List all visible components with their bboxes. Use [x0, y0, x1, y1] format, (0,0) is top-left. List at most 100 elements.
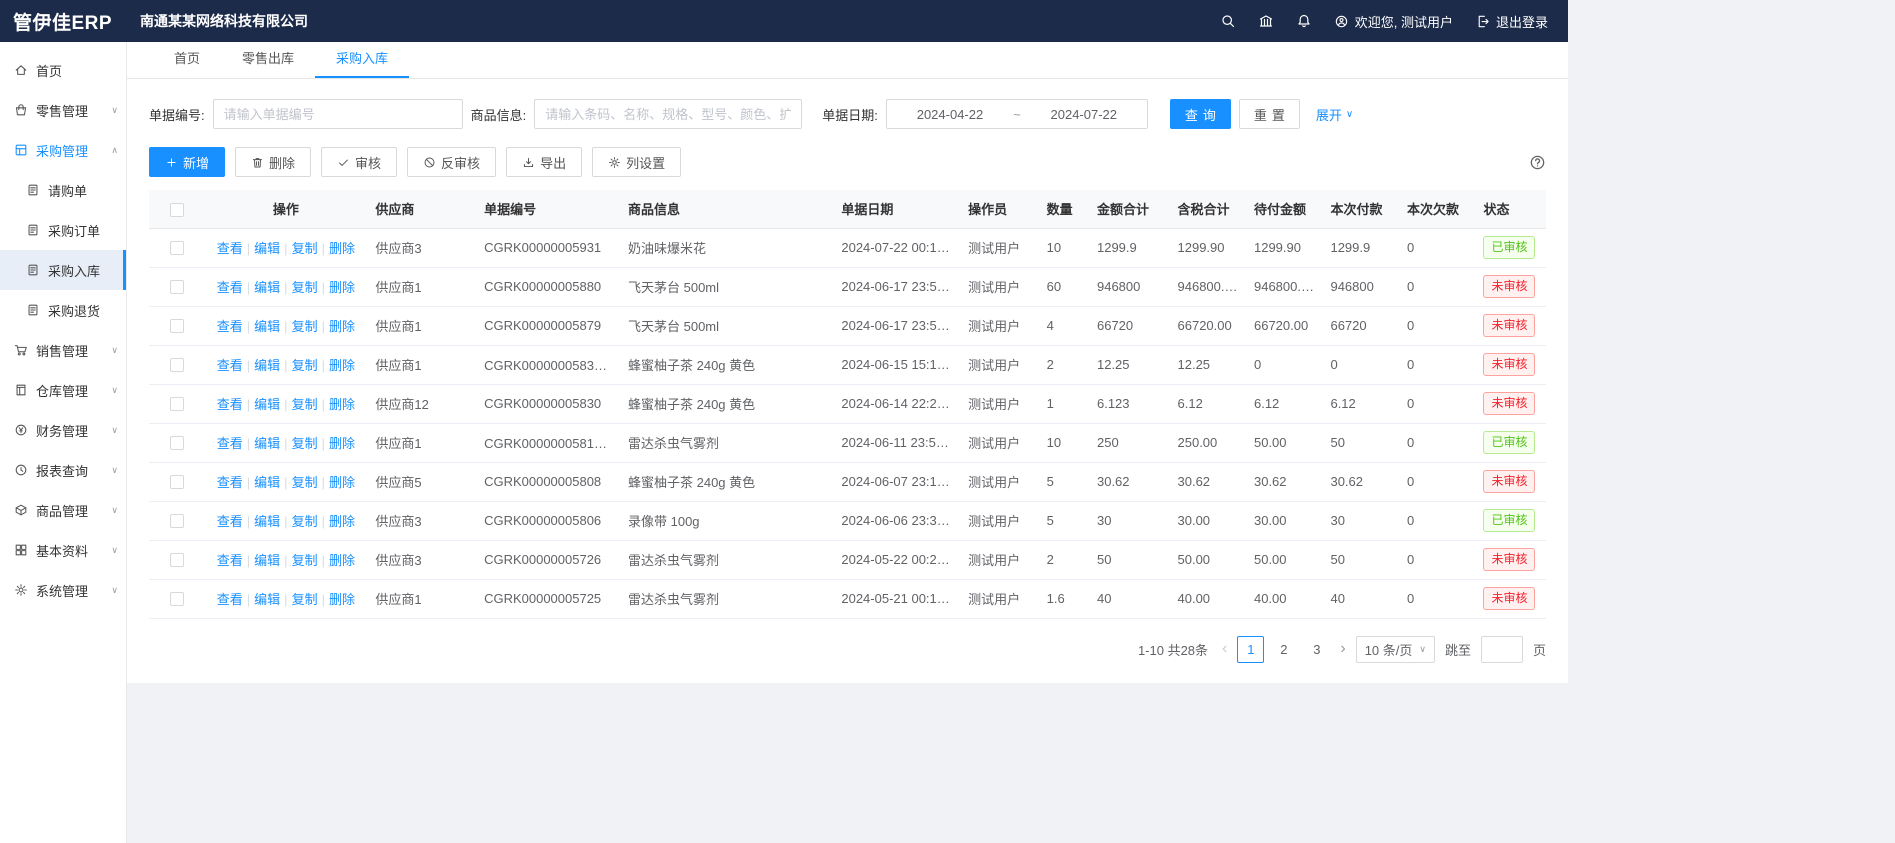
page-button-1[interactable]: 1 — [1237, 636, 1264, 663]
row-action-delete[interactable]: 删除 — [329, 436, 355, 451]
sidebar-item-products[interactable]: 商品管理∨ — [0, 490, 126, 530]
row-action-delete[interactable]: 删除 — [329, 358, 355, 373]
search-button[interactable]: 查询 — [1170, 99, 1231, 129]
expand-link[interactable]: 展开 ∨ — [1316, 105, 1353, 124]
row-checkbox[interactable] — [170, 280, 184, 294]
sidebar-item-system[interactable]: 系统管理∨ — [0, 570, 126, 610]
row-action-delete[interactable]: 删除 — [329, 319, 355, 334]
row-action-delete[interactable]: 删除 — [329, 241, 355, 256]
row-action-copy[interactable]: 复制 — [292, 280, 318, 295]
next-page-button[interactable]: › — [1340, 641, 1345, 657]
cell-amount: 1299.9 — [1089, 228, 1170, 267]
row-action-view[interactable]: 查看 — [217, 280, 243, 295]
row-action-edit[interactable]: 编辑 — [254, 241, 280, 256]
date-to[interactable]: 2024-07-22 — [1051, 107, 1118, 122]
jump-page-input[interactable] — [1481, 636, 1523, 663]
row-action-edit[interactable]: 编辑 — [254, 514, 280, 529]
row-action-delete[interactable]: 删除 — [329, 592, 355, 607]
row-action-view[interactable]: 查看 — [217, 358, 243, 373]
delete-button[interactable]: 删除 — [235, 147, 311, 177]
row-action-copy[interactable]: 复制 — [292, 358, 318, 373]
row-action-edit[interactable]: 编辑 — [254, 592, 280, 607]
row-checkbox[interactable] — [170, 358, 184, 372]
sidebar-item-label: 首页 — [36, 61, 62, 80]
row-action-copy[interactable]: 复制 — [292, 553, 318, 568]
select-all-checkbox[interactable] — [170, 203, 184, 217]
row-checkbox[interactable] — [170, 514, 184, 528]
reset-button[interactable]: 重置 — [1239, 99, 1300, 129]
row-checkbox[interactable] — [170, 592, 184, 606]
logout-button[interactable]: 退出登录 — [1475, 12, 1548, 31]
row-action-edit[interactable]: 编辑 — [254, 358, 280, 373]
row-action-view[interactable]: 查看 — [217, 397, 243, 412]
row-action-copy[interactable]: 复制 — [292, 475, 318, 490]
order-no-input[interactable] — [213, 99, 463, 129]
column-settings-button[interactable]: 列设置 — [592, 147, 681, 177]
row-action-delete[interactable]: 删除 — [329, 553, 355, 568]
row-checkbox[interactable] — [170, 475, 184, 489]
date-range-picker[interactable]: 2024-04-22 ~ 2024-07-22 — [886, 99, 1148, 129]
page-button-2[interactable]: 2 — [1270, 636, 1297, 663]
tab-home[interactable]: 首页 — [153, 42, 221, 78]
bank-icon[interactable] — [1258, 13, 1274, 29]
row-action-view[interactable]: 查看 — [217, 436, 243, 451]
row-action-edit[interactable]: 编辑 — [254, 397, 280, 412]
bell-icon[interactable] — [1296, 13, 1312, 29]
row-action-view[interactable]: 查看 — [217, 592, 243, 607]
row-action-edit[interactable]: 编辑 — [254, 553, 280, 568]
sidebar-subitem-purchase-return[interactable]: 采购退货 — [0, 290, 126, 330]
row-checkbox[interactable] — [170, 319, 184, 333]
column-header-1: 供应商 — [367, 190, 476, 228]
tab-purchase-inbound[interactable]: 采购入库 — [315, 42, 409, 78]
help-icon[interactable] — [1529, 154, 1546, 171]
row-action-delete[interactable]: 删除 — [329, 514, 355, 529]
row-action-delete[interactable]: 删除 — [329, 280, 355, 295]
prev-page-button[interactable]: ‹ — [1222, 641, 1227, 657]
sidebar-item-finance[interactable]: 财务管理∨ — [0, 410, 126, 450]
row-action-view[interactable]: 查看 — [217, 514, 243, 529]
search-icon[interactable] — [1220, 13, 1236, 29]
row-checkbox[interactable] — [170, 436, 184, 450]
sidebar-item-home[interactable]: 首页 — [0, 50, 126, 90]
row-action-copy[interactable]: 复制 — [292, 397, 318, 412]
row-action-delete[interactable]: 删除 — [329, 475, 355, 490]
tab-retail-outbound[interactable]: 零售出库 — [221, 42, 315, 78]
sidebar-subitem-purchase-order[interactable]: 采购订单 — [0, 210, 126, 250]
sidebar-item-purchase[interactable]: 采购管理∧ — [0, 130, 126, 170]
row-action-edit[interactable]: 编辑 — [254, 319, 280, 334]
row-actions: 查看|编辑|复制|删除 — [204, 423, 367, 462]
row-action-copy[interactable]: 复制 — [292, 319, 318, 334]
sidebar-item-warehouse[interactable]: 仓库管理∨ — [0, 370, 126, 410]
chevron-down-icon: ∨ — [1419, 644, 1426, 655]
sidebar-item-retail[interactable]: 零售管理∨ — [0, 90, 126, 130]
welcome-user[interactable]: 欢迎您, 测试用户 — [1334, 12, 1453, 31]
sidebar-subitem-purchase-inbound[interactable]: 采购入库 — [0, 250, 126, 290]
row-checkbox[interactable] — [170, 241, 184, 255]
row-action-view[interactable]: 查看 — [217, 319, 243, 334]
row-action-view[interactable]: 查看 — [217, 553, 243, 568]
sidebar-item-basic-data[interactable]: 基本资料∨ — [0, 530, 126, 570]
row-action-copy[interactable]: 复制 — [292, 241, 318, 256]
row-action-edit[interactable]: 编辑 — [254, 475, 280, 490]
row-action-copy[interactable]: 复制 — [292, 436, 318, 451]
sidebar-item-reports[interactable]: 报表查询∨ — [0, 450, 126, 490]
row-action-copy[interactable]: 复制 — [292, 514, 318, 529]
row-action-view[interactable]: 查看 — [217, 475, 243, 490]
page-size-select[interactable]: 10 条/页 ∨ — [1356, 636, 1435, 663]
row-checkbox[interactable] — [170, 553, 184, 567]
row-action-edit[interactable]: 编辑 — [254, 280, 280, 295]
page-button-3[interactable]: 3 — [1303, 636, 1330, 663]
date-from[interactable]: 2024-04-22 — [917, 107, 984, 122]
row-action-view[interactable]: 查看 — [217, 241, 243, 256]
product-input[interactable] — [534, 99, 802, 129]
add-button[interactable]: 新增 — [149, 147, 225, 177]
sidebar-subitem-purchase-request[interactable]: 请购单 — [0, 170, 126, 210]
row-action-edit[interactable]: 编辑 — [254, 436, 280, 451]
audit-button[interactable]: 审核 — [321, 147, 397, 177]
row-action-copy[interactable]: 复制 — [292, 592, 318, 607]
unaudit-button[interactable]: 反审核 — [407, 147, 496, 177]
row-checkbox[interactable] — [170, 397, 184, 411]
row-action-delete[interactable]: 删除 — [329, 397, 355, 412]
sidebar-item-sales[interactable]: 销售管理∨ — [0, 330, 126, 370]
export-button[interactable]: 导出 — [506, 147, 582, 177]
